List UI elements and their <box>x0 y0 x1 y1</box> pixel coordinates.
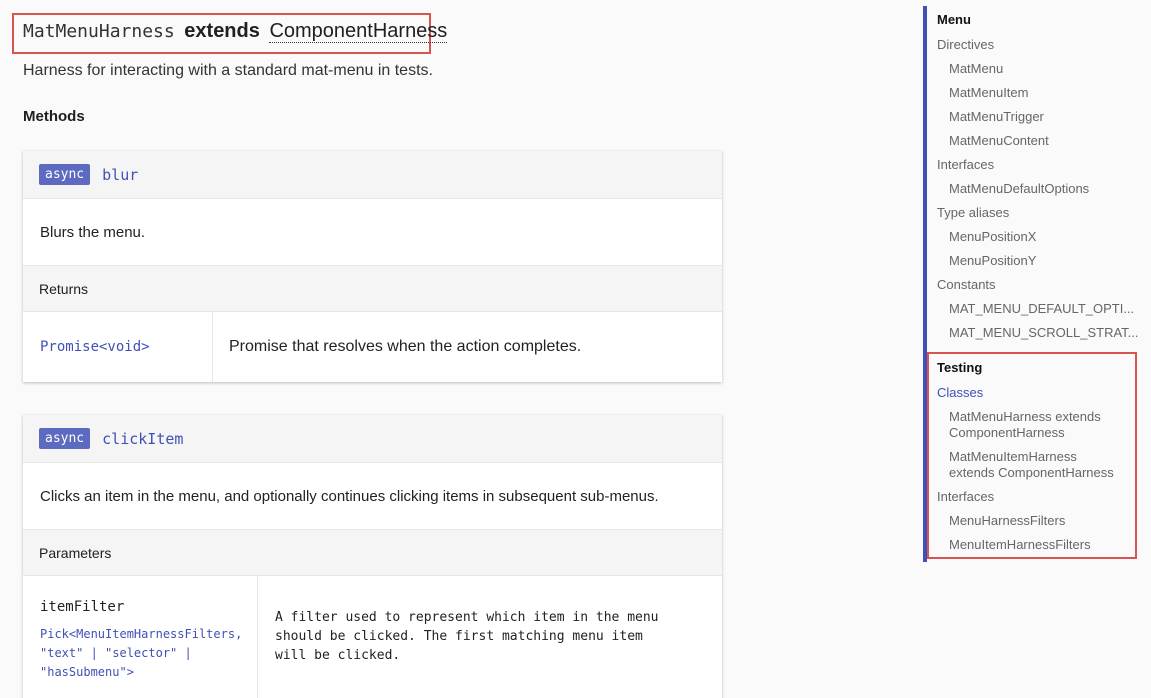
nav-constants[interactable]: Constants <box>937 277 996 292</box>
nav-interfaces[interactable]: Interfaces <box>937 157 994 172</box>
param-description: A filter used to represent which item in… <box>258 576 659 698</box>
nav-item-matmenutrigger[interactable]: MatMenuTrigger <box>949 109 1044 124</box>
async-badge: async <box>39 428 91 449</box>
nav-item-matmenucontent[interactable]: MatMenuContent <box>949 133 1049 148</box>
nav-item-matmenuitem[interactable]: MatMenuItem <box>949 85 1028 100</box>
nav-item-default-options[interactable]: MAT_MENU_DEFAULT_OPTI... <box>949 301 1134 316</box>
param-desc-line: should be clicked. The first matching me… <box>275 629 643 644</box>
method-description: Clicks an item in the menu, and optional… <box>23 463 722 530</box>
nav-menu[interactable]: Menu <box>937 12 971 27</box>
param-desc-line: will be clicked. <box>275 648 401 663</box>
method-name: clickItem <box>102 429 184 448</box>
return-type: Promise<void> <box>40 339 150 355</box>
param-type: Pick<MenuItemHarnessFilters, "text" | "s… <box>40 625 257 682</box>
nav-item-menupositiony[interactable]: MenuPositionY <box>949 253 1036 268</box>
return-description: Promise that resolves when the action co… <box>229 338 582 355</box>
param-desc-line: A filter used to represent which item in… <box>275 610 659 625</box>
nav-item-matmenudefaultoptions[interactable]: MatMenuDefaultOptions <box>949 181 1089 196</box>
async-badge: async <box>39 164 91 185</box>
method-header: async clickItem <box>23 415 722 463</box>
param-type-line: "hasSubmenu"> <box>40 665 134 679</box>
base-class-link[interactable]: ComponentHarness <box>269 20 448 43</box>
returns-row: Promise<void> Promise that resolves when… <box>23 312 722 382</box>
param-type-line: "text" | "selector" | <box>40 646 192 660</box>
nav-item-matmenu[interactable]: MatMenu <box>949 61 1003 76</box>
testing-highlight-box <box>927 352 1137 559</box>
returns-heading: Returns <box>23 266 722 312</box>
parameters-heading: Parameters <box>23 530 722 576</box>
nav-type-aliases[interactable]: Type aliases <box>937 205 1009 220</box>
method-description: Blurs the menu. <box>23 199 722 266</box>
method-card-blur: async blur Blurs the menu. Returns Promi… <box>23 151 722 382</box>
param-type-line: Pick<MenuItemHarnessFilters, <box>40 627 243 641</box>
method-name: blur <box>102 165 139 184</box>
class-name: MatMenuHarness <box>23 21 175 42</box>
nav-item-scroll-strategy[interactable]: MAT_MENU_SCROLL_STRAT... <box>949 325 1139 340</box>
extends-keyword: extends <box>184 20 260 42</box>
method-card-clickitem: async clickItem Clicks an item in the me… <box>23 415 722 698</box>
class-description: Harness for interacting with a standard … <box>23 62 433 79</box>
methods-heading: Methods <box>23 108 85 125</box>
return-type-cell: Promise<void> <box>23 312 213 382</box>
parameter-row: itemFilter Pick<MenuItemHarnessFilters, … <box>23 576 722 698</box>
method-header: async blur <box>23 151 722 199</box>
nav-item-menupositionx[interactable]: MenuPositionX <box>949 229 1036 244</box>
nav-directives[interactable]: Directives <box>937 37 994 52</box>
param-name-cell: itemFilter Pick<MenuItemHarnessFilters, … <box>23 576 258 698</box>
class-title: MatMenuHarness extends ComponentHarness <box>12 13 448 54</box>
param-name: itemFilter <box>40 599 125 615</box>
